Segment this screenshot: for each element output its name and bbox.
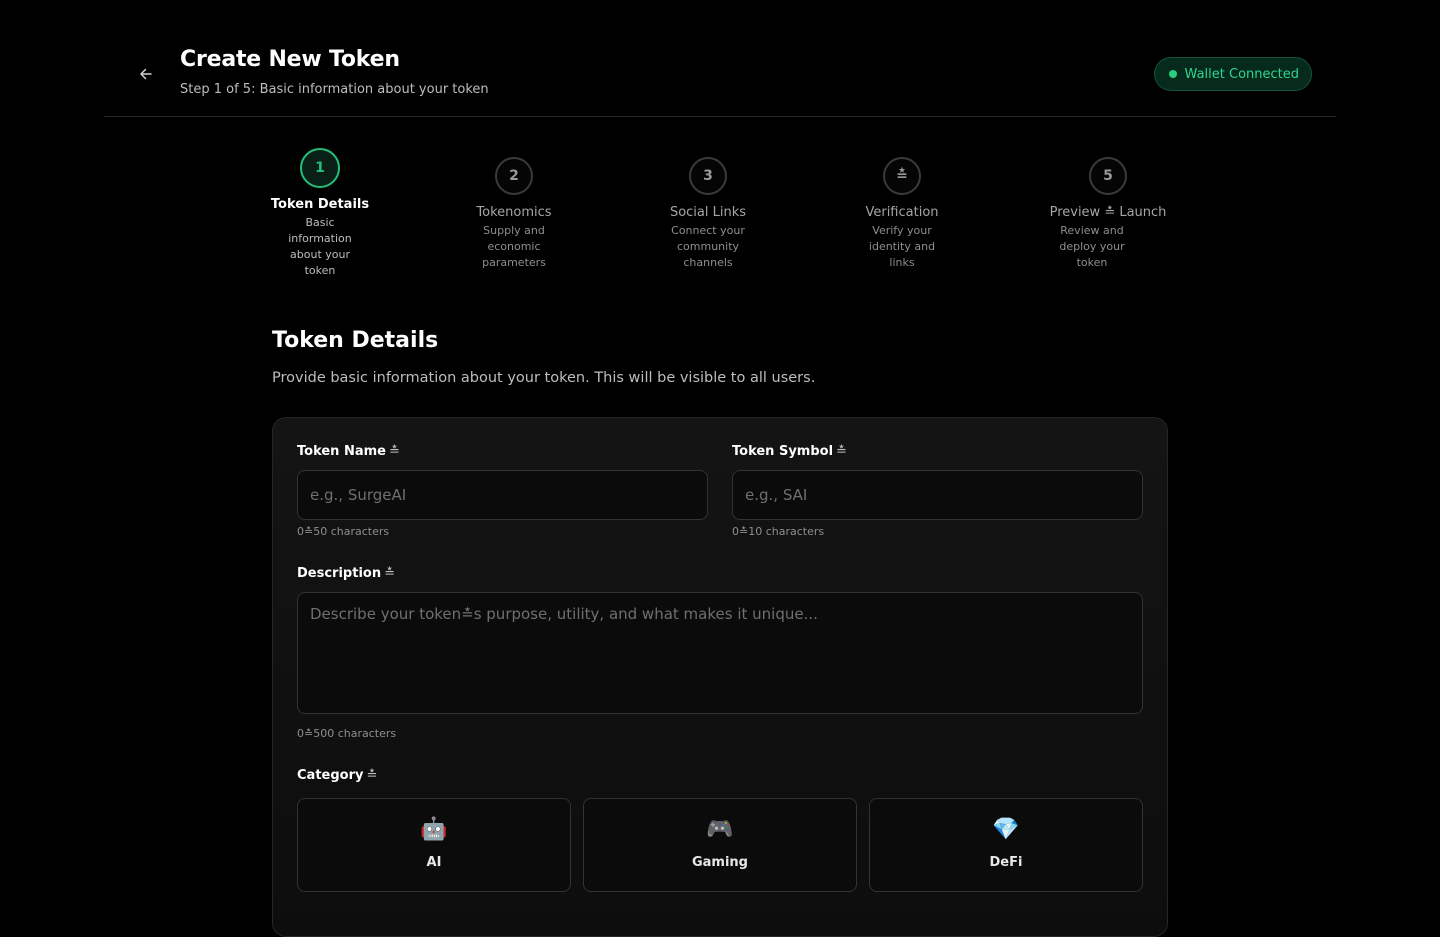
- category-option-label: DeFi: [989, 855, 1023, 870]
- wallet-status-badge[interactable]: Wallet Connected: [1153, 57, 1312, 91]
- category-label: Category ≛: [297, 768, 377, 783]
- description-textarea[interactable]: [297, 592, 1143, 714]
- step-verification[interactable]: ≛ Verification Verify your identity and …: [842, 157, 962, 271]
- gamepad-icon: 🎮: [706, 817, 734, 842]
- step-title: Token Details: [270, 197, 370, 212]
- category-option-ai[interactable]: 🤖 AI: [297, 798, 571, 892]
- required-mark: ≛: [384, 566, 395, 581]
- status-dot-icon: [1168, 70, 1177, 78]
- page-title: Create New Token: [180, 47, 400, 72]
- robot-icon: 🤖: [420, 817, 448, 842]
- step-preview-launch[interactable]: 5 Preview ≛ Launch Review and deploy you…: [1048, 157, 1168, 271]
- description-char-count: 0≛500 characters: [297, 727, 397, 740]
- step-title: Verification: [865, 205, 939, 220]
- step-token-details[interactable]: 1 Token Details Basic information about …: [260, 148, 380, 279]
- section-title: Token Details: [272, 328, 439, 353]
- category-option-label: AI: [426, 855, 442, 870]
- description-label-text: Description: [297, 566, 382, 581]
- step-title: Preview ≛ Launch: [1049, 205, 1167, 220]
- step-title: Tokenomics: [476, 205, 552, 220]
- step-description: Basic information about your token: [288, 216, 352, 277]
- required-mark: ≛: [836, 444, 847, 459]
- step-title: Social Links: [669, 205, 747, 220]
- category-label-text: Category: [297, 768, 364, 783]
- token-symbol-label: Token Symbol ≛: [732, 444, 847, 459]
- step-number: 1: [300, 148, 340, 188]
- category-option-defi[interactable]: 💎 DeFi: [869, 798, 1143, 892]
- category-option-gaming[interactable]: 🎮 Gaming: [583, 798, 857, 892]
- token-symbol-input[interactable]: [732, 470, 1143, 520]
- step-tokenomics[interactable]: 2 Tokenomics Supply and economic paramet…: [454, 157, 574, 271]
- gem-icon: 💎: [992, 817, 1020, 842]
- step-social-links[interactable]: 3 Social Links Connect your community ch…: [648, 157, 768, 271]
- token-name-char-count: 0≛50 characters: [297, 525, 390, 538]
- step-number: ≛: [883, 157, 921, 195]
- token-name-label: Token Name ≛: [297, 444, 400, 459]
- token-details-form: Token Name≛ 0≛50 characters Token Symbol…: [272, 417, 1168, 937]
- step-number: 5: [1089, 157, 1127, 195]
- token-symbol-label-text: Token Symbol: [732, 444, 834, 459]
- token-name-input[interactable]: [297, 470, 708, 520]
- wallet-status-label: Wallet Connected: [1184, 66, 1299, 82]
- back-button[interactable]: [134, 62, 158, 86]
- description-label: Description ≛: [297, 566, 395, 581]
- required-mark: ≛: [366, 768, 378, 783]
- step-number: 2: [495, 157, 533, 195]
- page-subtitle: Step 1 of 5: Basic information about you…: [180, 82, 489, 97]
- arrow-left-icon: [140, 68, 152, 80]
- token-name-label-text: Token Name: [297, 444, 386, 459]
- step-description: Verify your identity and links: [868, 224, 936, 269]
- step-description: Supply and economic parameters: [482, 224, 546, 269]
- step-description: Connect your community channels: [671, 224, 745, 269]
- page-header: Create New Token Step 1 of 5: Basic info…: [104, 0, 1336, 117]
- token-symbol-char-count: 0≛10 characters: [732, 525, 825, 538]
- required-mark: ≛: [388, 444, 400, 459]
- step-number: 3: [689, 157, 727, 195]
- section-description: Provide basic information about your tok…: [272, 370, 816, 386]
- category-option-label: Gaming: [691, 855, 748, 870]
- progress-stepper: 1 Token Details Basic information about …: [271, 148, 1168, 288]
- step-description: Review and deploy your token: [1059, 224, 1125, 269]
